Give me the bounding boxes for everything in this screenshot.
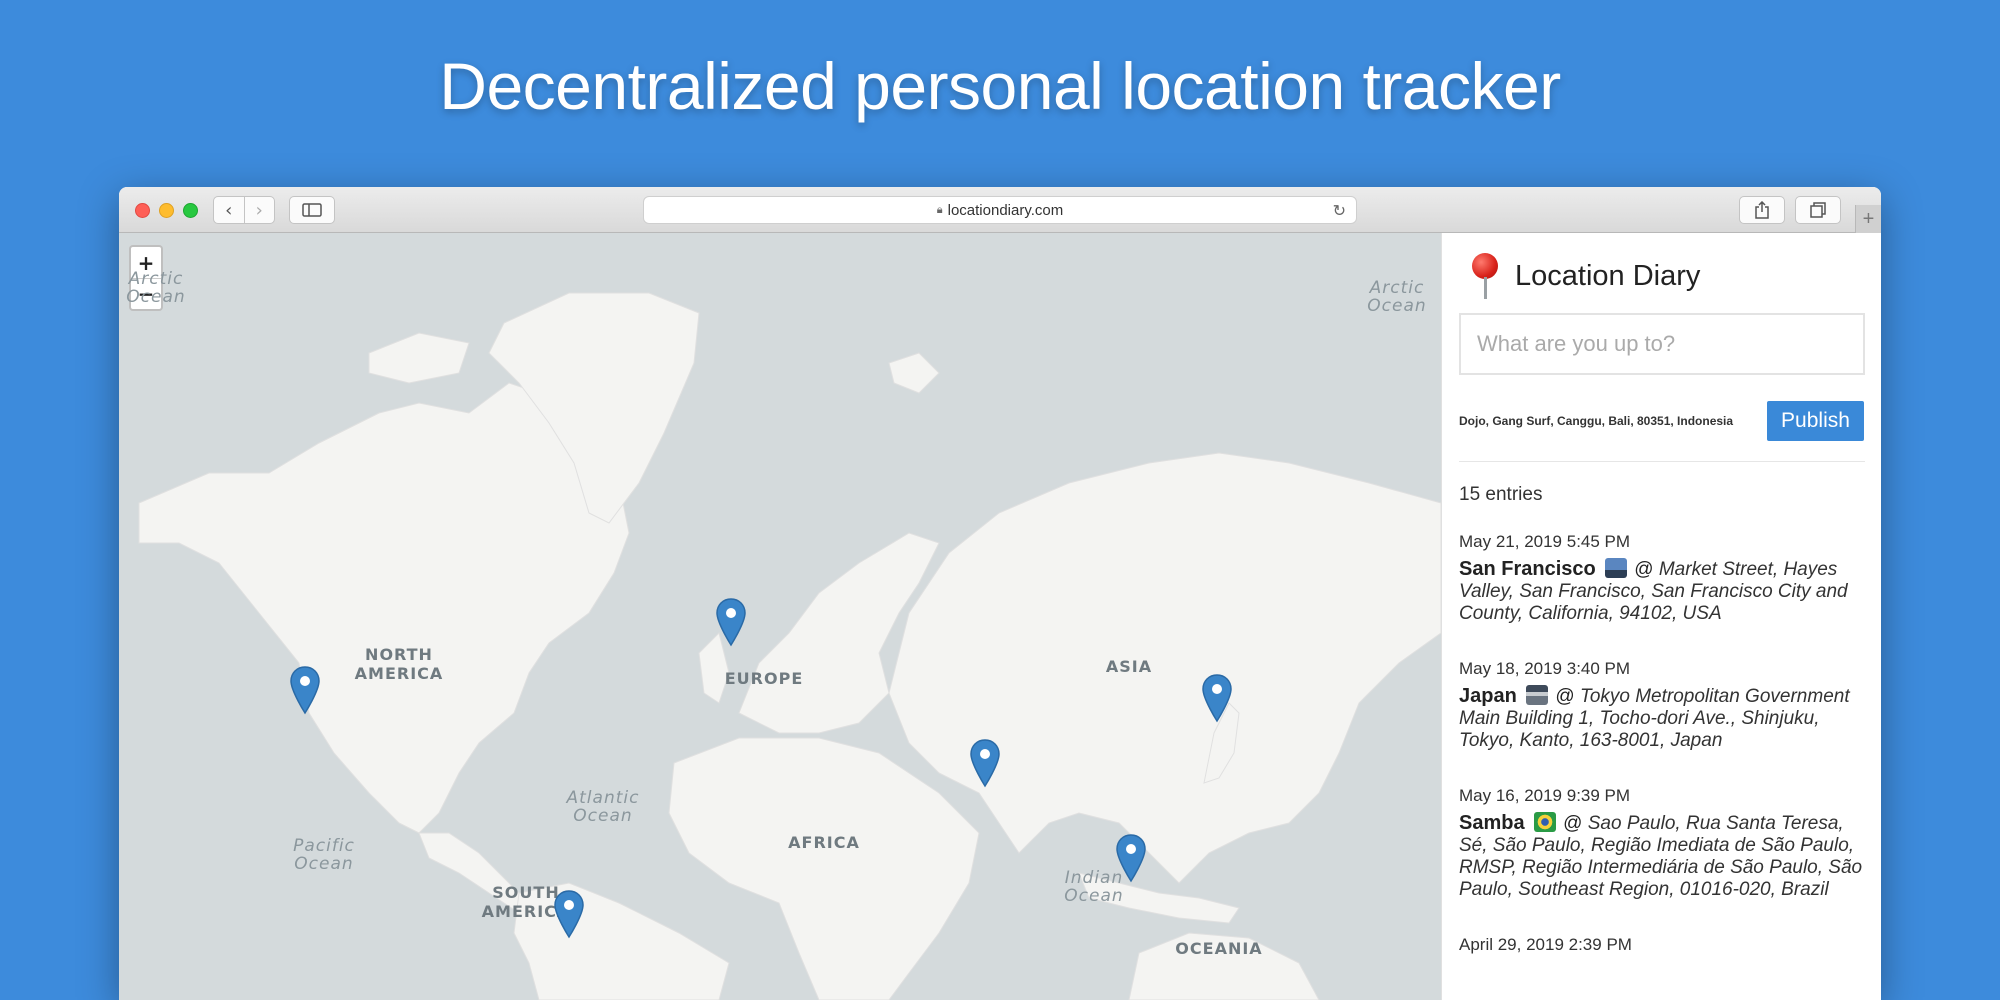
map-marker-sao-paulo[interactable]	[553, 889, 589, 941]
entry-place: Samba	[1459, 812, 1525, 834]
africa-label: AFRICA	[788, 833, 860, 852]
entry-place: San Francisco	[1459, 558, 1596, 580]
pacific-ocean-label: Pacific Ocean	[293, 836, 355, 874]
entry-place: Japan	[1459, 685, 1517, 707]
close-window-button[interactable]	[135, 203, 150, 218]
current-location-text: Dojo, Gang Surf, Canggu, Bali, 80351, In…	[1459, 414, 1734, 428]
round-pushpin-icon	[1471, 253, 1499, 299]
browser-window: ‹ › 🔒︎ locationdiary.com ↻ + + − Arctic …	[119, 187, 1881, 1000]
map-marker-indonesia[interactable]	[1115, 833, 1151, 885]
share-button[interactable]	[1739, 196, 1785, 224]
diary-entry[interactable]: April 29, 2019 2:39 PM	[1459, 935, 1864, 955]
diary-entry[interactable]: May 21, 2019 5:45 PM San Francisco @ Mar…	[1459, 532, 1864, 625]
brazil-flag-icon	[1533, 812, 1556, 832]
status-input[interactable]: What are you up to?	[1459, 313, 1865, 375]
japanese-castle-icon	[1526, 685, 1549, 705]
diary-entry[interactable]: May 16, 2019 9:39 PM Samba @ Sao Paulo, …	[1459, 786, 1864, 901]
url-text: locationdiary.com	[947, 201, 1064, 219]
diary-entry[interactable]: May 18, 2019 3:40 PM Japan @ Tokyo Metro…	[1459, 659, 1864, 752]
sidebar-toggle-button[interactable]	[289, 196, 335, 224]
sidebar-icon	[302, 203, 322, 217]
svalbard-landmass	[888, 352, 940, 394]
lock-icon: 🔒︎	[936, 203, 943, 216]
entry-separator: @	[1555, 686, 1575, 707]
arctic-ocean-left-label: Arctic Ocean	[126, 269, 186, 307]
entry-address: Tokyo Metropolitan Government Main Build…	[1459, 686, 1850, 751]
diary-sidebar: Location Diary What are you up to? Dojo,…	[1441, 233, 1881, 1000]
oceania-label: OCEANIA	[1175, 939, 1263, 958]
tram-icon	[1605, 558, 1627, 578]
entry-count: 15 entries	[1459, 484, 1543, 505]
publish-row: Dojo, Gang Surf, Canggu, Bali, 80351, In…	[1459, 401, 1864, 441]
back-icon[interactable]: ‹	[214, 197, 244, 223]
arctic-islands-landmass	[368, 332, 470, 384]
map-marker-san-francisco[interactable]	[289, 665, 325, 717]
zoom-window-button[interactable]	[183, 203, 198, 218]
map-marker-london[interactable]	[715, 597, 751, 649]
north-america-landmass	[138, 382, 630, 834]
asia-label: ASIA	[1105, 657, 1153, 676]
entry-separator: @	[1634, 559, 1654, 580]
entry-date: April 29, 2019 2:39 PM	[1459, 935, 1632, 954]
browser-toolbar: ‹ › 🔒︎ locationdiary.com ↻ +	[119, 187, 1881, 233]
world-map[interactable]: + − Arctic Ocean Arctic Ocean NORTH AMERICA…	[119, 233, 1441, 1000]
atlantic-ocean-label: Atlantic Ocean	[566, 788, 640, 826]
minimize-window-button[interactable]	[159, 203, 174, 218]
map-marker-japan[interactable]	[1201, 673, 1237, 725]
reload-icon[interactable]: ↻	[1333, 201, 1346, 220]
address-bar[interactable]: 🔒︎ locationdiary.com ↻	[643, 196, 1357, 224]
history-nav: ‹ ›	[213, 196, 275, 224]
entry-date: May 21, 2019 5:45 PM	[1459, 532, 1631, 551]
new-tab-icon[interactable]: +	[1855, 205, 1881, 233]
map-marker-india[interactable]	[969, 738, 1005, 790]
europe-label: EUROPE	[724, 669, 804, 688]
sidebar-header: Location Diary	[1459, 253, 1864, 299]
entry-date: May 18, 2019 3:40 PM	[1459, 659, 1631, 678]
entry-date: May 16, 2019 9:39 PM	[1459, 786, 1631, 805]
entry-separator: @	[1563, 813, 1583, 834]
forward-icon[interactable]: ›	[243, 197, 275, 223]
share-icon	[1755, 201, 1769, 219]
page-headline: Decentralized personal location tracker	[439, 49, 1561, 123]
publish-button[interactable]: Publish	[1767, 401, 1864, 441]
arctic-ocean-label: Arctic Ocean	[1367, 278, 1427, 316]
tabs-overview-button[interactable]	[1795, 196, 1841, 224]
tabs-icon	[1810, 202, 1826, 218]
north-america-label: NORTH AMERICA	[354, 645, 444, 683]
app-title: Location Diary	[1515, 259, 1701, 292]
divider	[1459, 461, 1865, 462]
world-map-canvas	[138, 292, 1441, 1000]
